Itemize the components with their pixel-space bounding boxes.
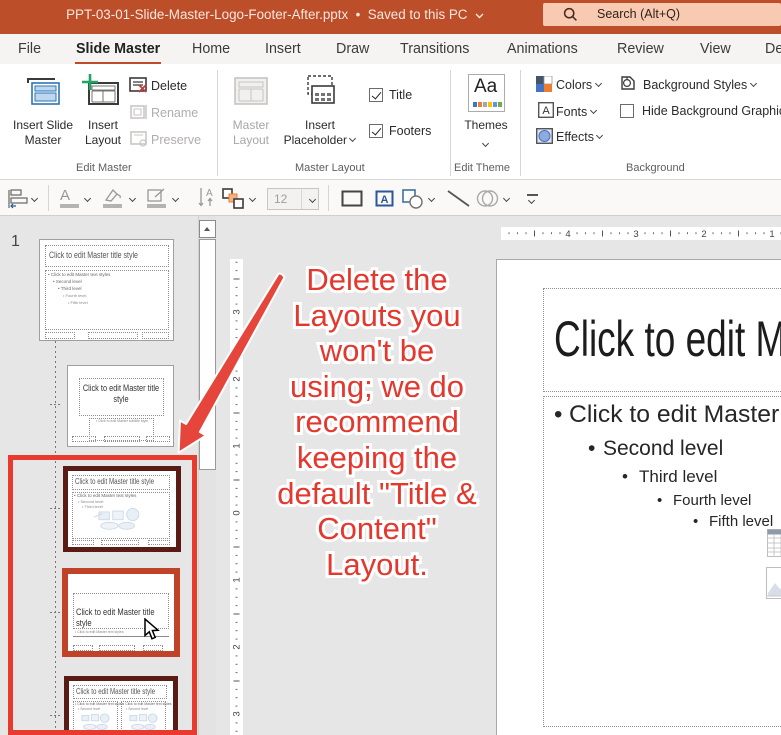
svg-text:A: A	[542, 105, 550, 117]
svg-text:1: 1	[769, 229, 774, 240]
svg-text:A: A	[381, 194, 389, 206]
svg-text:3: 3	[633, 229, 638, 240]
svg-text:2: 2	[232, 644, 243, 649]
svg-text:3: 3	[232, 309, 243, 314]
svg-text:0: 0	[232, 510, 243, 515]
svg-text:1: 1	[232, 577, 243, 582]
svg-text:2: 2	[232, 376, 243, 381]
svg-text:4: 4	[565, 229, 570, 240]
svg-text:A: A	[206, 188, 213, 199]
svg-text:1: 1	[232, 443, 243, 448]
svg-text:2: 2	[701, 229, 706, 240]
svg-text:3: 3	[232, 711, 243, 716]
